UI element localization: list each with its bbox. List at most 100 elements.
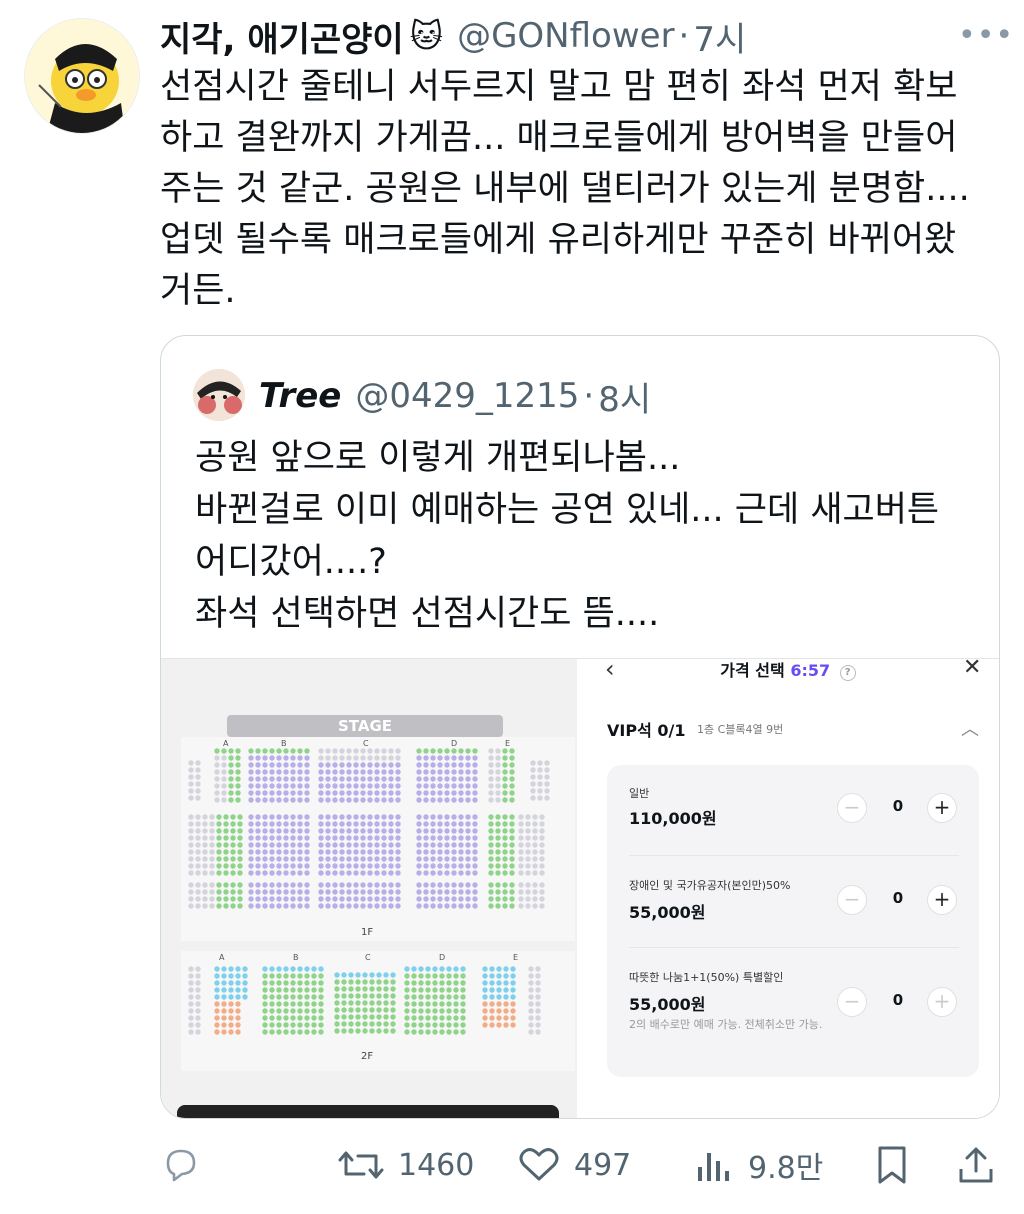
- seat[interactable]: [482, 1001, 488, 1007]
- seat[interactable]: [495, 790, 501, 796]
- seat[interactable]: [304, 755, 310, 761]
- seat[interactable]: [418, 1029, 424, 1035]
- seat[interactable]: [311, 1029, 317, 1035]
- seat[interactable]: [221, 797, 227, 803]
- seat[interactable]: [482, 1008, 488, 1014]
- seat[interactable]: [376, 1014, 382, 1020]
- seat[interactable]: [230, 856, 236, 862]
- seat[interactable]: [290, 790, 296, 796]
- seat[interactable]: [304, 1008, 310, 1014]
- seat[interactable]: [395, 849, 401, 855]
- seat[interactable]: [221, 755, 227, 761]
- seat[interactable]: [290, 980, 296, 986]
- seat[interactable]: [334, 1014, 340, 1020]
- seat[interactable]: [209, 889, 215, 895]
- seat[interactable]: [255, 856, 261, 862]
- seat[interactable]: [367, 870, 373, 876]
- seat[interactable]: [535, 966, 541, 972]
- seat[interactable]: [509, 863, 515, 869]
- seat[interactable]: [318, 797, 324, 803]
- seat[interactable]: [221, 966, 227, 972]
- seat[interactable]: [388, 849, 394, 855]
- seat[interactable]: [446, 980, 452, 986]
- seat[interactable]: [437, 797, 443, 803]
- seat[interactable]: [235, 776, 241, 782]
- seat[interactable]: [276, 828, 282, 834]
- seat[interactable]: [242, 980, 248, 986]
- seat[interactable]: [262, 973, 268, 979]
- seat[interactable]: [297, 870, 303, 876]
- seat[interactable]: [290, 987, 296, 993]
- seat[interactable]: [411, 1008, 417, 1014]
- seat[interactable]: [188, 821, 194, 827]
- seat[interactable]: [255, 863, 261, 869]
- seat[interactable]: [304, 769, 310, 775]
- seat[interactable]: [339, 762, 345, 768]
- seat[interactable]: [332, 748, 338, 754]
- seat[interactable]: [430, 835, 436, 841]
- seat[interactable]: [367, 790, 373, 796]
- seat[interactable]: [297, 821, 303, 827]
- seat[interactable]: [202, 863, 208, 869]
- seat[interactable]: [269, 849, 275, 855]
- seat[interactable]: [425, 987, 431, 993]
- seat[interactable]: [525, 835, 531, 841]
- seat[interactable]: [390, 1014, 396, 1020]
- seat[interactable]: [223, 842, 229, 848]
- seat[interactable]: [495, 856, 501, 862]
- seat[interactable]: [332, 783, 338, 789]
- seat[interactable]: [510, 1008, 516, 1014]
- seat[interactable]: [348, 979, 354, 985]
- seat[interactable]: [332, 896, 338, 902]
- seat[interactable]: [290, 748, 296, 754]
- seat[interactable]: [458, 821, 464, 827]
- seat[interactable]: [248, 903, 254, 909]
- seat[interactable]: [544, 760, 550, 766]
- seat[interactable]: [362, 1007, 368, 1013]
- seat[interactable]: [489, 966, 495, 972]
- seat[interactable]: [228, 1015, 234, 1021]
- seat[interactable]: [432, 1015, 438, 1021]
- seat[interactable]: [374, 849, 380, 855]
- seat[interactable]: [242, 994, 248, 1000]
- seat[interactable]: [255, 903, 261, 909]
- seat[interactable]: [216, 870, 222, 876]
- seat[interactable]: [276, 1029, 282, 1035]
- seat[interactable]: [374, 783, 380, 789]
- seat[interactable]: [297, 849, 303, 855]
- seat[interactable]: [446, 1008, 452, 1014]
- seat[interactable]: [355, 993, 361, 999]
- bookmark-button[interactable]: [874, 1138, 910, 1192]
- seat[interactable]: [297, 980, 303, 986]
- seat[interactable]: [223, 814, 229, 820]
- seat[interactable]: [528, 987, 534, 993]
- seat[interactable]: [530, 774, 536, 780]
- seat[interactable]: [223, 835, 229, 841]
- seat[interactable]: [360, 776, 366, 782]
- seat[interactable]: [202, 856, 208, 862]
- seat[interactable]: [362, 1014, 368, 1020]
- seat[interactable]: [195, 774, 201, 780]
- seat[interactable]: [325, 755, 331, 761]
- seat[interactable]: [518, 863, 524, 869]
- seat[interactable]: [304, 973, 310, 979]
- seat[interactable]: [360, 903, 366, 909]
- seat[interactable]: [374, 762, 380, 768]
- seat[interactable]: [451, 903, 457, 909]
- seat[interactable]: [460, 987, 466, 993]
- seat[interactable]: [444, 821, 450, 827]
- seat[interactable]: [509, 776, 515, 782]
- seat[interactable]: [374, 748, 380, 754]
- reply-button[interactable]: [160, 1138, 202, 1192]
- seat[interactable]: [269, 994, 275, 1000]
- seat[interactable]: [495, 769, 501, 775]
- seat[interactable]: [518, 842, 524, 848]
- seat[interactable]: [223, 882, 229, 888]
- seat[interactable]: [255, 835, 261, 841]
- seat[interactable]: [318, 776, 324, 782]
- seat[interactable]: [374, 828, 380, 834]
- seat[interactable]: [528, 980, 534, 986]
- seat[interactable]: [537, 774, 543, 780]
- seat[interactable]: [451, 783, 457, 789]
- seat[interactable]: [423, 842, 429, 848]
